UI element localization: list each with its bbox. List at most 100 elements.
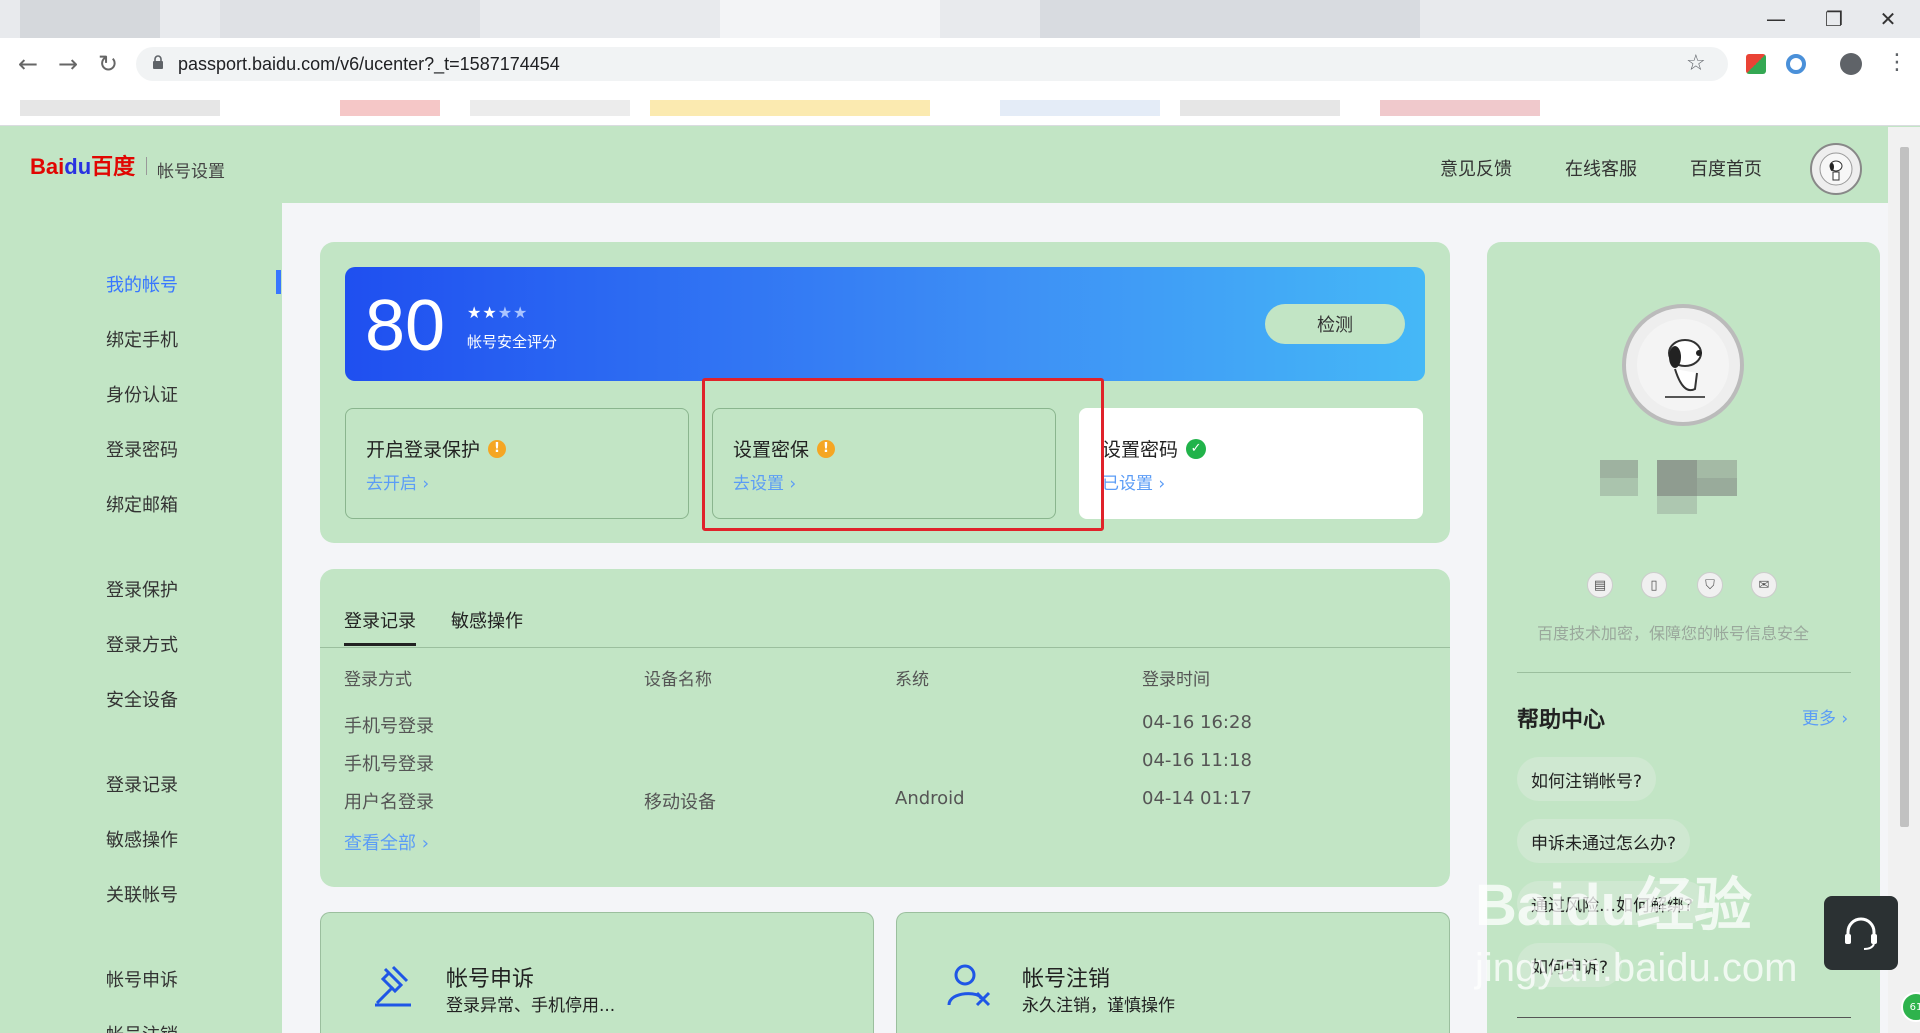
star-icon: ★★: [467, 303, 498, 322]
blurred-username: [1600, 478, 1638, 496]
enable-link[interactable]: 去开启 ›: [366, 469, 429, 494]
feedback-link[interactable]: 意见反馈: [1440, 155, 1512, 181]
baidu-logo[interactable]: Baidu百度: [30, 149, 135, 181]
security-item-label: 开启登录保护: [366, 439, 481, 461]
sidebar-item-login-records[interactable]: 登录记录: [106, 771, 178, 797]
column-header: 系统: [895, 670, 929, 690]
sidebar-item-bind-phone[interactable]: 绑定手机: [106, 326, 178, 352]
bookmark-item[interactable]: [20, 100, 220, 116]
star-icon[interactable]: ☆: [1686, 51, 1706, 76]
support-button[interactable]: [1824, 896, 1898, 970]
blurred-tab[interactable]: [220, 0, 480, 38]
shield-icon[interactable]: ⛉: [1697, 572, 1723, 598]
security-item-label: 设置密码: [1102, 439, 1179, 461]
table-cell: 手机号登录: [344, 754, 434, 775]
bookmark-item[interactable]: [470, 100, 630, 116]
table-cell: 04-14 01:17: [1142, 788, 1252, 809]
blurred-username: [1600, 460, 1638, 478]
active-indicator: [276, 270, 281, 294]
deactivate-card[interactable]: 帐号注销 永久注销，谨慎操作: [896, 912, 1450, 1033]
sidebar-item-security-device[interactable]: 安全设备: [106, 686, 178, 712]
reload-icon[interactable]: ↻: [94, 50, 122, 78]
card-title: 帐号申诉: [446, 967, 535, 992]
column-header: 设备名称: [644, 670, 712, 690]
restore-button[interactable]: ❐: [1808, 0, 1860, 38]
bookmark-item[interactable]: [1000, 100, 1160, 116]
logo-paw: du: [64, 154, 92, 179]
sidebar-item-bind-email[interactable]: 绑定邮箱: [106, 491, 178, 517]
tab-sensitive-ops[interactable]: 敏感操作: [451, 607, 523, 633]
appeal-card[interactable]: 帐号申诉 登录异常、手机停用...: [320, 912, 874, 1033]
highlight-annotation: [702, 378, 1104, 531]
card-desc: 登录异常、手机停用...: [446, 996, 616, 1016]
check-button[interactable]: 检测: [1265, 304, 1405, 344]
security-item-title: 开启登录保护!: [366, 435, 507, 462]
security-item-password[interactable]: 设置密码 ✓ 已设置 ›: [1079, 408, 1423, 519]
sidebar-item-login-method[interactable]: 登录方式: [106, 631, 178, 657]
bookmark-item[interactable]: [650, 100, 730, 116]
column-header: 登录时间: [1142, 670, 1210, 690]
blurred-username: [1697, 478, 1737, 496]
browser-titlebar: — ❐ ✕: [0, 0, 1920, 38]
logo-text: Bai: [30, 154, 65, 179]
sidebar-item-sensitive-ops[interactable]: 敏感操作: [106, 826, 178, 852]
table-cell: Android: [895, 788, 965, 809]
active-tab[interactable]: [720, 0, 940, 38]
tab-login-records[interactable]: 登录记录: [344, 607, 416, 646]
sidebar-item-my-account[interactable]: 我的帐号: [106, 271, 178, 297]
avatar[interactable]: [1622, 304, 1744, 426]
back-icon[interactable]: ←: [14, 50, 42, 78]
table-cell: 移动设备: [644, 792, 716, 813]
mail-icon[interactable]: ✉: [1751, 572, 1777, 598]
forward-icon[interactable]: →: [54, 50, 82, 78]
sidebar-item-linked-accounts[interactable]: 关联帐号: [106, 881, 178, 907]
more-link[interactable]: 更多 ›: [1802, 704, 1848, 729]
gavel-icon: [375, 965, 411, 1007]
watermark: Baidu经验: [1475, 873, 1753, 938]
view-all-link[interactable]: 查看全部 ›: [344, 829, 429, 855]
id-card-icon[interactable]: ▤: [1587, 572, 1613, 598]
faq-item[interactable]: 申诉未通过怎么办?: [1517, 819, 1691, 863]
sidebar-item-identity[interactable]: 身份认证: [106, 381, 178, 407]
already-set-link[interactable]: 已设置 ›: [1102, 469, 1165, 494]
sidebar-item-login-password[interactable]: 登录密码: [106, 436, 178, 462]
security-item-login-protect[interactable]: 开启登录保护! 去开启 ›: [345, 408, 689, 519]
blurred-username: [1657, 496, 1697, 514]
star-rating: ★★★★: [467, 303, 528, 322]
scrollbar-thumb[interactable]: [1900, 147, 1909, 827]
snoopy-icon: [1819, 152, 1853, 186]
profile-icon[interactable]: [1840, 53, 1862, 75]
score-label: 帐号安全评分: [467, 333, 558, 351]
blurred-tab[interactable]: [1040, 0, 1420, 38]
minimize-button[interactable]: —: [1750, 0, 1802, 38]
bookmark-item[interactable]: [1380, 100, 1540, 116]
sidebar-item-appeal[interactable]: 帐号申诉: [106, 966, 178, 992]
extension-icon[interactable]: [1746, 54, 1766, 74]
close-button[interactable]: ✕: [1862, 0, 1914, 38]
phone-icon[interactable]: ▯: [1641, 572, 1667, 598]
extension-icon[interactable]: [1786, 54, 1806, 74]
star-icon: ★★: [497, 303, 529, 322]
help-center-title: 帮助中心: [1517, 708, 1606, 733]
warning-icon: !: [488, 439, 507, 458]
bookmark-item[interactable]: [1180, 100, 1340, 116]
menu-icon[interactable]: ⋮: [1886, 50, 1908, 75]
page-subtitle: 帐号设置: [157, 162, 225, 182]
bookmark-item[interactable]: [810, 100, 930, 116]
online-service-link[interactable]: 在线客服: [1565, 155, 1637, 181]
sidebar-item-login-protect[interactable]: 登录保护: [106, 576, 178, 602]
score-value: 80: [365, 286, 446, 366]
sidebar-item-deactivate[interactable]: 帐号注销: [106, 1021, 178, 1033]
address-bar[interactable]: passport.baidu.com/v6/ucenter?_t=1587174…: [136, 47, 1728, 81]
card-title: 帐号注销: [1022, 967, 1111, 992]
watermark-url: jingyan.baidu.com: [1475, 946, 1798, 990]
check-circle-icon: ✓: [1186, 438, 1207, 459]
bookmark-item[interactable]: [730, 100, 810, 116]
blurred-tab[interactable]: [20, 0, 160, 38]
faq-item[interactable]: 如何注销帐号?: [1517, 757, 1657, 801]
table-cell: 04-16 11:18: [1142, 750, 1252, 771]
bookmark-item[interactable]: [340, 100, 440, 116]
table-cell: 手机号登录: [344, 716, 434, 737]
baidu-home-link[interactable]: 百度首页: [1690, 155, 1762, 181]
avatar[interactable]: [1810, 143, 1862, 195]
